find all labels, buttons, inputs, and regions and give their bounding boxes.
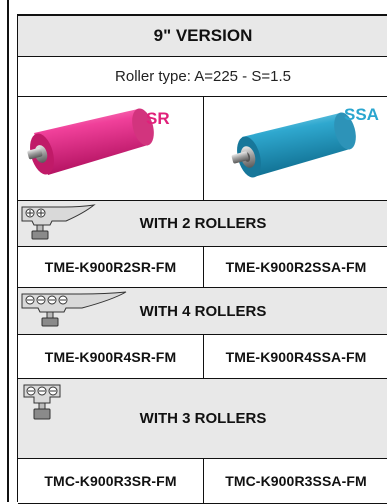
product-code: TME-K900R4SSA-FM: [225, 348, 367, 365]
codes-row-4-rollers: TME-K900R4SR-FM TME-K900R4SSA-FM: [18, 335, 387, 379]
section-label-2-rollers: WITH 2 ROLLERS: [139, 215, 267, 232]
product-code: TME-K900R4SR-FM: [44, 348, 177, 365]
section-header-2-rollers: WITH 2 ROLLERS: [18, 201, 387, 247]
ssa-label: SSA: [344, 105, 379, 124]
section-header-4-rollers: WITH 4 ROLLERS: [18, 288, 387, 335]
roller-image-row: SR SSA: [18, 97, 387, 201]
sr-roller-cell: SR: [18, 97, 203, 200]
product-code: TME-K900R2SSA-FM: [225, 259, 367, 275]
codes-row-3-rollers: TMC-K900R3SR-FM TMC-K900R3SSA-FM: [18, 459, 387, 504]
product-code: TMC-K900R3SR-FM: [44, 473, 177, 489]
roller-type-row: Roller type: A=225 - S=1.5: [18, 57, 387, 97]
left-margin-rule: [7, 0, 9, 502]
codes-row-2-rollers: TME-K900R2SR-FM TME-K900R2SSA-FM: [18, 247, 387, 288]
section-label-4-rollers: WITH 4 ROLLERS: [139, 302, 267, 320]
table-title-row: 9" VERSION: [18, 16, 387, 57]
table-title: 9" VERSION: [153, 26, 253, 45]
section-label-3-rollers: WITH 3 ROLLERS: [139, 410, 267, 427]
section-header-3-rollers: WITH 3 ROLLERS: [18, 379, 387, 459]
sr-label: SR: [146, 109, 170, 128]
product-code: TME-K900R2SR-FM: [44, 259, 177, 275]
product-table: 9" VERSION Roller type: A=225 - S=1.5 SR…: [17, 14, 387, 504]
product-code: TMC-K900R3SSA-FM: [225, 473, 367, 489]
ssa-roller-cell: SSA: [203, 97, 387, 200]
roller-type-text: Roller type: A=225 - S=1.5: [115, 68, 291, 85]
